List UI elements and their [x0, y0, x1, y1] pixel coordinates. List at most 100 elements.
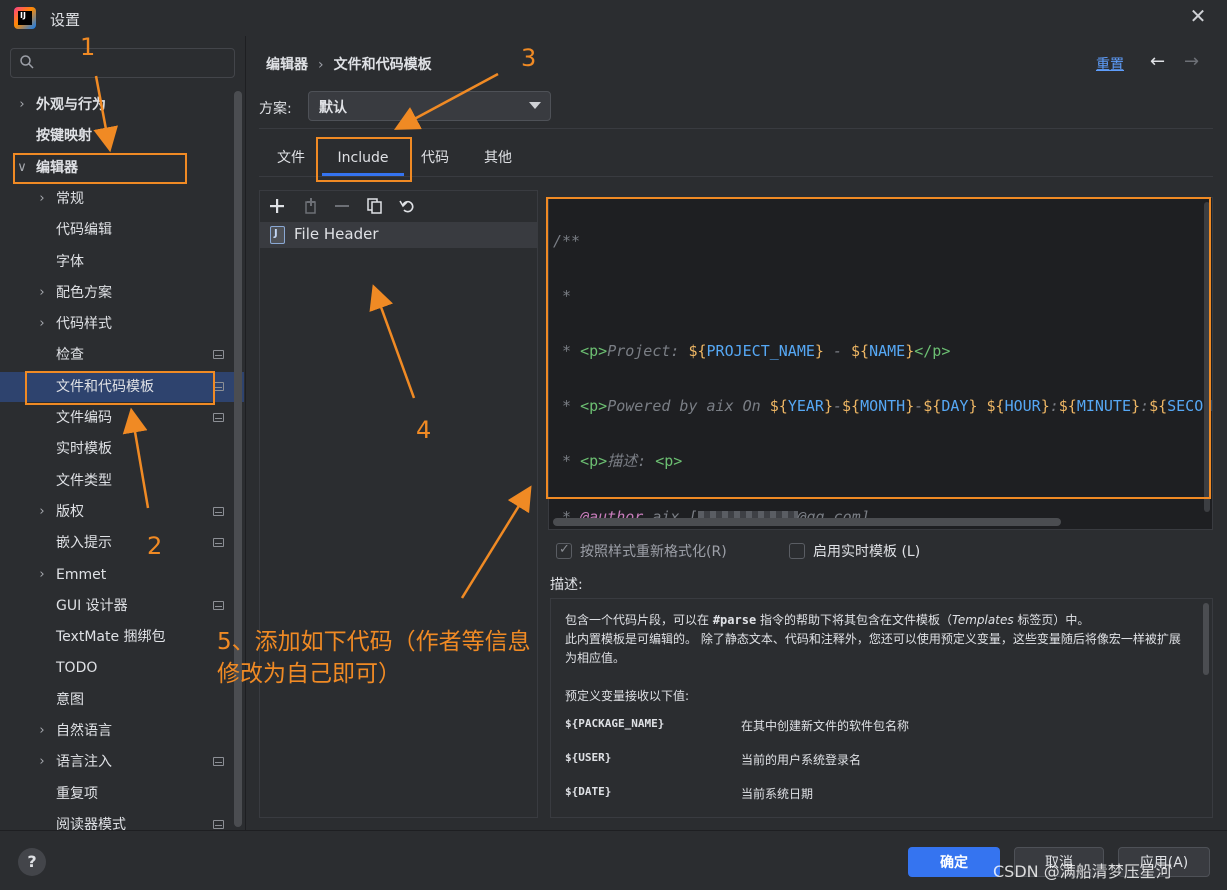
close-icon[interactable]: ✕ [1188, 6, 1208, 26]
sidebar-item[interactable]: 按键映射 [0, 121, 234, 151]
sidebar-item[interactable]: 文件编码 [0, 403, 234, 433]
reset-link[interactable]: 重置 [1096, 54, 1124, 74]
chevron-right-icon[interactable]: › [36, 309, 48, 339]
intellij-logo-icon: IJ [14, 7, 36, 29]
sidebar-item-label: TextMate 捆绑包 [56, 629, 166, 645]
project-scope-icon [213, 757, 224, 766]
sidebar-item[interactable]: 文件类型 [0, 466, 234, 496]
variable-name: ${DATE} [565, 785, 612, 798]
sidebar-item-label: 字体 [56, 254, 84, 270]
copy-icon[interactable] [363, 194, 387, 218]
csdn-watermark: CSDN @满船清梦压星河 [993, 862, 1172, 881]
tab-other[interactable]: 其他 [476, 140, 520, 176]
sidebar-item[interactable]: › 版权 [0, 497, 234, 527]
sidebar-item-label: Emmet [56, 567, 107, 583]
search-box[interactable] [10, 48, 235, 78]
realtime-template-checkbox[interactable] [789, 543, 805, 559]
variable-name: ${USER} [565, 751, 612, 764]
annotation-box-file-templates [25, 371, 215, 405]
annotation-box-code-area [546, 197, 1211, 499]
sidebar-item-label: 代码编辑 [56, 222, 112, 238]
tab-files[interactable]: 文件 [270, 140, 312, 176]
variable-description: 在其中创建新文件的软件包名称 [741, 719, 910, 733]
search-input[interactable] [43, 52, 223, 74]
sidebar-item[interactable]: 嵌入提示 [0, 528, 234, 558]
sidebar-item[interactable]: › 语言注入 [0, 747, 234, 777]
template-list-toolbar [260, 191, 537, 221]
chevron-right-icon[interactable]: › [36, 278, 48, 308]
project-scope-icon [213, 820, 224, 829]
chevron-right-icon[interactable]: › [36, 497, 48, 527]
reformat-label[interactable]: 按照样式重新格式化(R) [580, 541, 727, 561]
sidebar-item[interactable]: 实时模板 [0, 434, 234, 464]
description-scrollbar[interactable] [1203, 603, 1209, 675]
description-title: 描述: [550, 577, 583, 593]
chevron-right-icon[interactable]: › [36, 184, 48, 214]
sidebar-item[interactable]: 字体 [0, 247, 234, 277]
help-button[interactable]: ? [18, 848, 46, 876]
sidebar-item[interactable]: › 外观与行为 [0, 90, 234, 120]
scheme-label: 方案: [259, 101, 292, 117]
sidebar-item[interactable]: 检查 [0, 340, 234, 370]
sidebar-item-label: 文件类型 [56, 473, 112, 489]
sidebar-item[interactable]: TODO [0, 653, 234, 683]
description-panel: 包含一个代码片段，可以在 #parse 指令的帮助下将其包含在文件模板（Temp… [550, 598, 1213, 818]
add-child-icon[interactable] [299, 194, 323, 218]
sidebar-item[interactable]: GUI 设计器 [0, 591, 234, 621]
breadcrumb: 编辑器 › 文件和代码模板 [266, 54, 432, 74]
ok-button[interactable]: 确定 [908, 847, 1000, 877]
list-item[interactable]: File Header [260, 222, 537, 248]
variable-name: ${PACKAGE_NAME} [565, 717, 665, 730]
java-file-icon [270, 226, 285, 244]
revert-icon[interactable] [395, 194, 419, 218]
description-text: 包含一个代码片段，可以在 #parse 指令的帮助下将其包含在文件模板（Temp… [565, 613, 1181, 665]
sidebar-item-label: 重复项 [56, 786, 98, 802]
sidebar-item[interactable]: › Emmet [0, 560, 234, 590]
sidebar-item-label: 实时模板 [56, 441, 112, 457]
sidebar-item[interactable]: TextMate 捆绑包 [0, 622, 234, 652]
sidebar-item[interactable]: › 代码样式 [0, 309, 234, 339]
reformat-checkbox[interactable] [556, 542, 572, 559]
add-icon[interactable] [265, 194, 289, 218]
sidebar-item[interactable]: › 常规 [0, 184, 234, 214]
annotation-box-include-tab [316, 137, 412, 182]
remove-icon[interactable] [330, 194, 354, 218]
sidebar-item[interactable]: › 配色方案 [0, 278, 234, 308]
chevron-right-icon: › [318, 57, 324, 73]
scheme-dropdown[interactable]: 默认 [308, 91, 551, 121]
project-scope-icon [213, 413, 224, 422]
back-arrow-icon[interactable]: ← [1150, 51, 1165, 72]
chevron-right-icon[interactable]: › [16, 90, 28, 120]
editor-horizontal-scrollbar[interactable] [553, 518, 1061, 526]
sidebar-item-label: 语言注入 [56, 754, 112, 770]
sidebar-item-label: TODO [56, 660, 98, 676]
sidebar-item[interactable]: › 自然语言 [0, 716, 234, 746]
chevron-down-icon [529, 102, 541, 109]
sidebar-item-label: 版权 [56, 504, 84, 520]
search-icon [19, 54, 35, 70]
breadcrumb-item-editor[interactable]: 编辑器 [266, 57, 308, 73]
forward-arrow-icon[interactable]: → [1184, 51, 1199, 72]
sidebar-item-label: 配色方案 [56, 285, 112, 301]
sidebar-item-label: GUI 设计器 [56, 598, 128, 614]
project-scope-icon [213, 350, 224, 359]
sidebar-item-label: 意图 [56, 692, 84, 708]
sidebar-item-label: 嵌入提示 [56, 535, 112, 551]
tab-code[interactable]: 代码 [414, 140, 456, 176]
chevron-right-icon[interactable]: › [36, 560, 48, 590]
sidebar-item[interactable]: 代码编辑 [0, 215, 234, 245]
sidebar-item[interactable]: 重复项 [0, 779, 234, 809]
sidebar-item-label: 检查 [56, 347, 84, 363]
annotation-number-3: 3 [521, 44, 537, 72]
chevron-right-icon[interactable]: › [36, 747, 48, 777]
sidebar-scrollbar[interactable] [234, 91, 242, 827]
annotation-box-editor [13, 153, 187, 184]
sidebar-item[interactable]: 意图 [0, 685, 234, 715]
realtime-template-label[interactable]: 启用实时模板 (L) [813, 541, 920, 561]
annotation-number-1: 1 [80, 33, 96, 61]
sidebar-item-label: 按键映射 [36, 128, 92, 144]
chevron-right-icon[interactable]: › [36, 716, 48, 746]
title-bar: IJ 设置 ✕ [0, 0, 1227, 36]
variable-description: 当前的用户系统登录名 [741, 753, 862, 767]
annotation-number-2: 2 [147, 532, 163, 560]
